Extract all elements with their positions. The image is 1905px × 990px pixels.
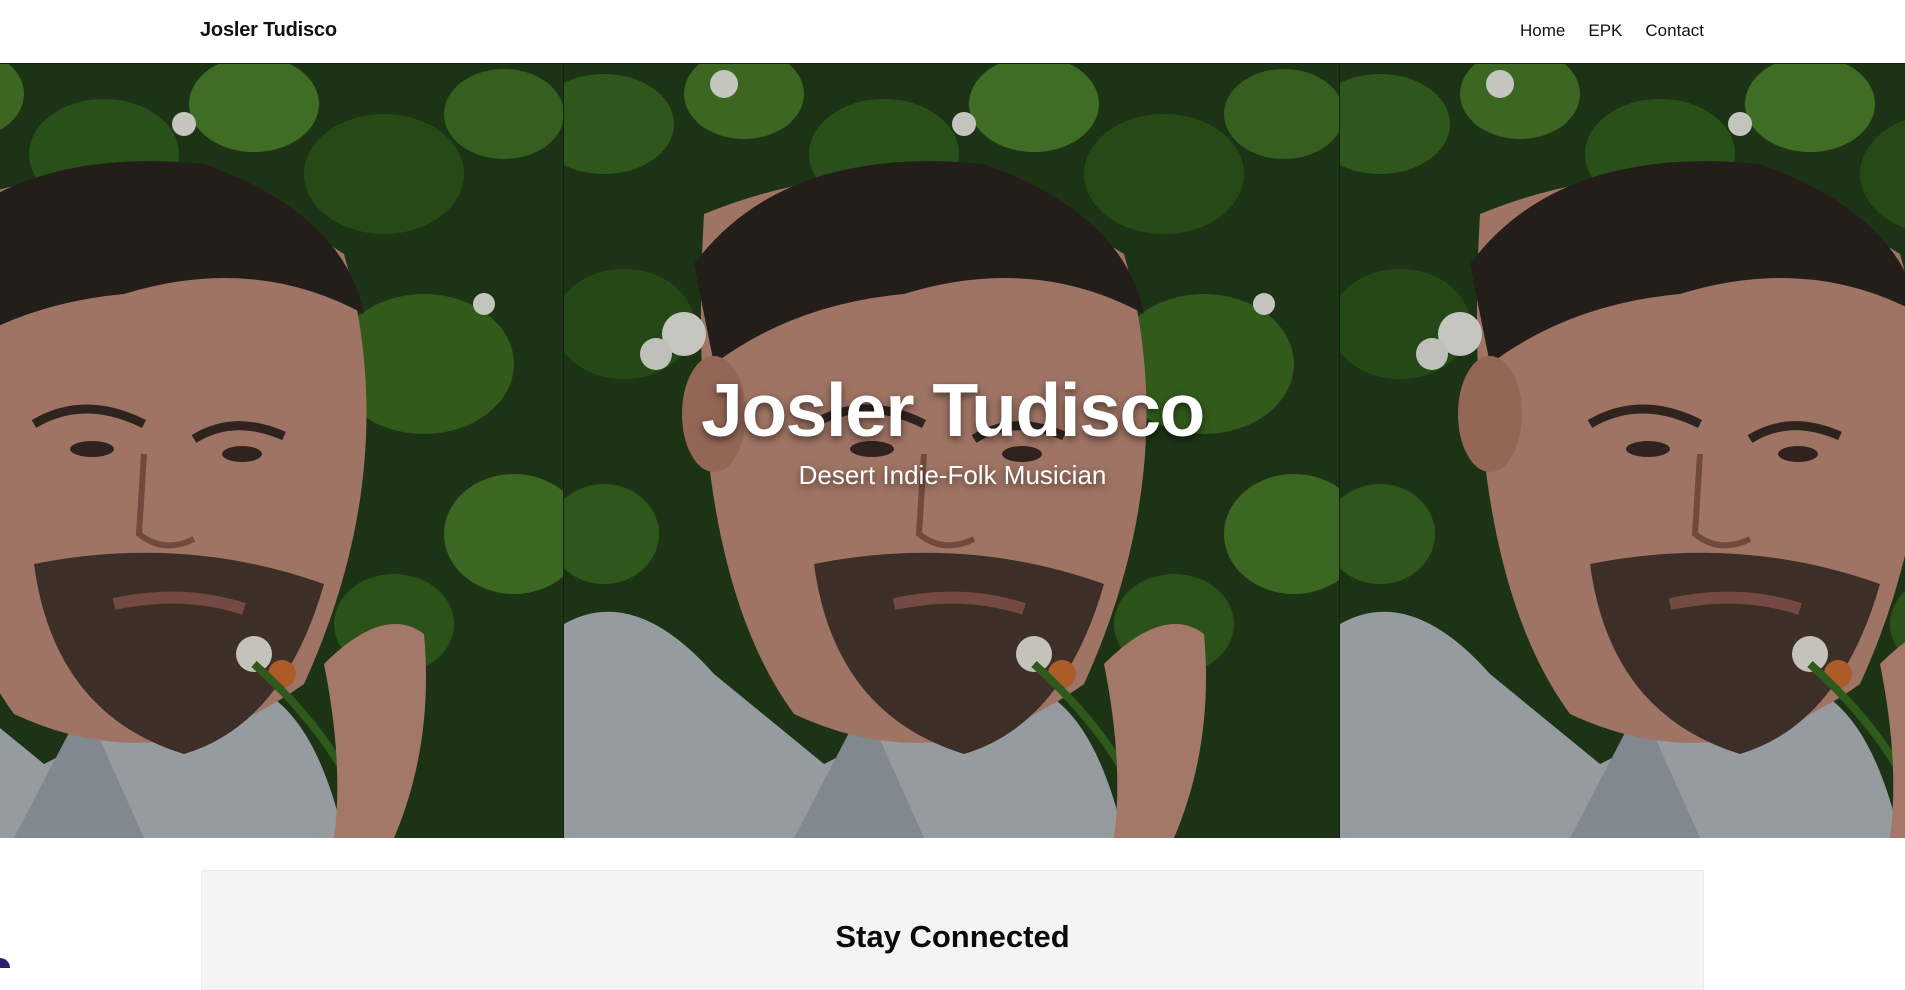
top-navbar: Josler Tudisco Home EPK Contact (0, 0, 1905, 64)
nav-link-contact[interactable]: Contact (1645, 21, 1704, 41)
corner-accent (0, 958, 10, 968)
hero-text-block: Josler Tudisco Desert Indie-Folk Musicia… (0, 373, 1905, 488)
stay-connected-title: Stay Connected (202, 919, 1703, 955)
brand-logo-link[interactable]: Josler Tudisco (200, 19, 337, 42)
hero-title: Josler Tudisco (0, 373, 1905, 448)
hero-section: Josler Tudisco Desert Indie-Folk Musicia… (0, 64, 1905, 838)
main-nav: Home EPK Contact (1520, 21, 1704, 41)
nav-link-epk[interactable]: EPK (1588, 21, 1622, 41)
stay-connected-card: Stay Connected (201, 870, 1704, 990)
hero-subtitle: Desert Indie-Folk Musician (0, 462, 1905, 488)
nav-link-home[interactable]: Home (1520, 21, 1565, 41)
